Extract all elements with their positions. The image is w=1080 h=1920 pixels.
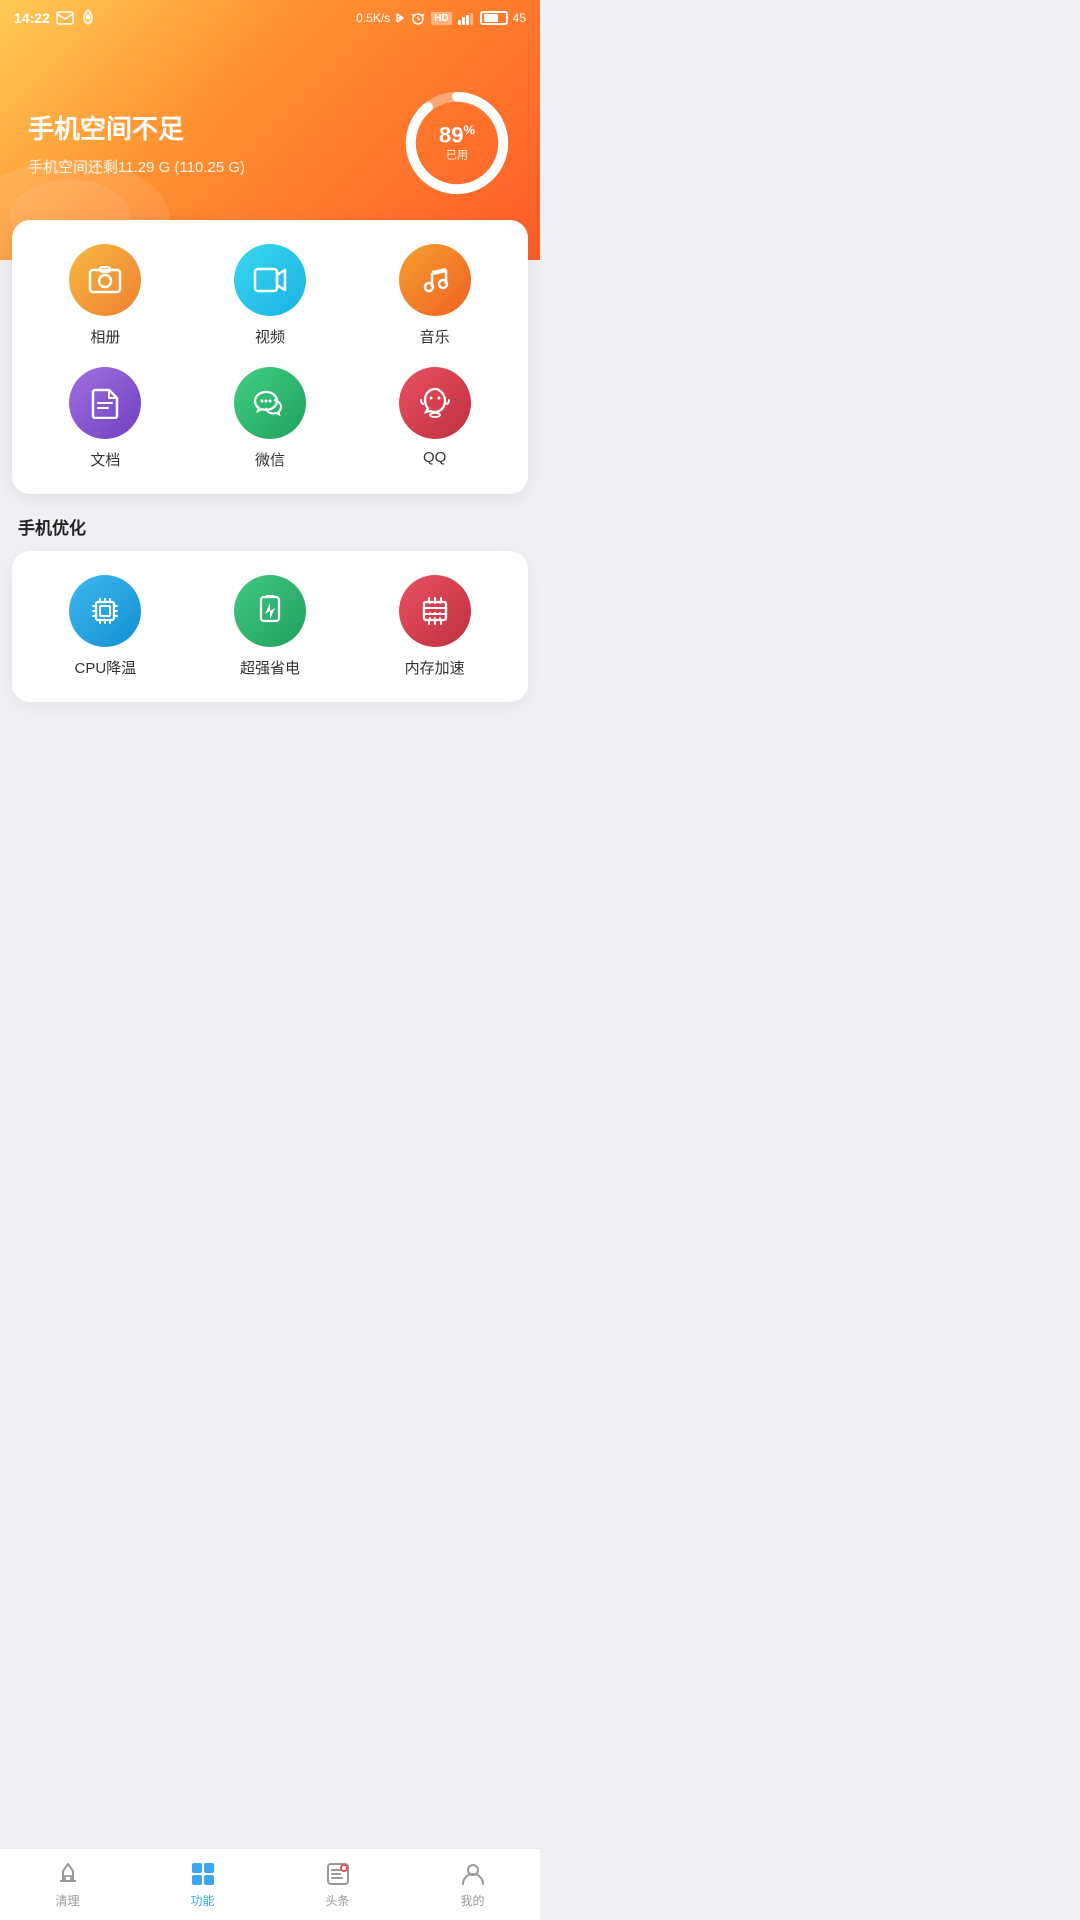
cpu-icon-circle [69,575,141,647]
photo-label: 相册 [90,326,120,347]
battery-icon [480,11,508,25]
storage-donut: 89% 已用 [402,88,512,198]
storage-card: 相册 视频 [12,220,528,494]
header-text: 手机空间不足 手机空间还剩11.29 G (110.25 G) [28,109,402,177]
power-label: 超强省电 [240,657,300,678]
memory-item[interactable]: 内存加速 [357,575,512,678]
qq-icon-circle [399,367,471,439]
header-subtitle: 手机空间还剩11.29 G (110.25 G) [28,156,402,177]
video-icon-circle [234,244,306,316]
music-icon-circle [399,244,471,316]
photo-icon-circle [69,244,141,316]
wechat-item[interactable]: 微信 [193,367,348,470]
nav-mine-label: 我的 [460,1892,484,1909]
nav-news-label: 头条 [325,1892,349,1909]
doc-item[interactable]: 文档 [28,367,183,470]
wechat-icon-circle [234,367,306,439]
func-icon [189,1860,217,1888]
music-label: 音乐 [420,326,450,347]
nav-clean-label: 清理 [55,1892,79,1909]
status-time: 14:22 [14,9,96,27]
nav-news[interactable]: 头条 [270,1860,405,1909]
bottom-nav: 清理 功能 头条 [0,1848,540,1920]
power-item[interactable]: 超强省电 [193,575,348,678]
optimize-card: CPU降温 超强省电 [12,551,528,702]
cpu-item[interactable]: CPU降温 [28,575,183,678]
status-right: 0.5K/s HD [356,10,526,26]
doc-icon-circle [69,367,141,439]
doc-label: 文档 [90,449,120,470]
nav-func-label: 功能 [190,1892,214,1909]
storage-grid: 相册 视频 [28,244,512,470]
wechat-label: 微信 [255,449,285,470]
clean-icon [54,1860,82,1888]
video-label: 视频 [255,326,285,347]
qq-item[interactable]: QQ [357,367,512,470]
news-icon [324,1860,352,1888]
nav-mine[interactable]: 我的 [405,1860,540,1909]
memory-icon-circle [399,575,471,647]
optimize-section-title: 手机优化 [0,494,540,551]
nav-func[interactable]: 功能 [135,1860,270,1909]
status-bar: 14:22 0.5K/s [0,0,540,36]
video-item[interactable]: 视频 [193,244,348,347]
optimize-grid: CPU降温 超强省电 [28,575,512,678]
cpu-label: CPU降温 [74,657,136,678]
mine-icon [459,1860,487,1888]
photo-item[interactable]: 相册 [28,244,183,347]
music-item[interactable]: 音乐 [357,244,512,347]
qq-label: QQ [423,449,446,466]
header-title: 手机空间不足 [28,109,402,146]
nav-clean[interactable]: 清理 [0,1860,135,1909]
power-icon-circle [234,575,306,647]
memory-label: 内存加速 [405,657,465,678]
